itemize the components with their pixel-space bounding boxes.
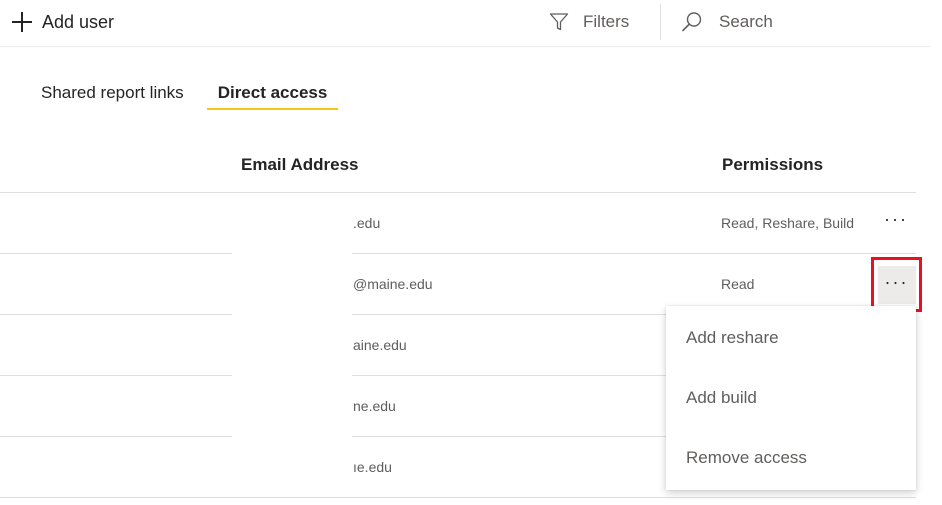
menu-item-add-reshare[interactable]: Add reshare bbox=[666, 308, 916, 368]
search-input[interactable] bbox=[719, 12, 899, 32]
table-row[interactable]: .edu Read, Reshare, Build ··· bbox=[0, 193, 916, 254]
search-box[interactable] bbox=[681, 6, 921, 38]
column-header-email[interactable]: Email Address bbox=[241, 155, 358, 175]
tab-shared-report-links[interactable]: Shared report links bbox=[30, 78, 195, 110]
more-options-icon: ··· bbox=[884, 271, 909, 292]
add-user-label: Add user bbox=[42, 11, 115, 32]
search-icon bbox=[682, 12, 702, 32]
tab-direct-access[interactable]: Direct access bbox=[206, 78, 339, 110]
more-options-button[interactable]: ··· bbox=[874, 202, 918, 242]
more-options-menu: Add reshare Add build Remove access bbox=[666, 306, 916, 490]
row-email: @maine.edu bbox=[353, 276, 433, 292]
filter-icon bbox=[549, 13, 569, 31]
row-email: ıe.edu bbox=[353, 459, 392, 475]
more-options-button-selected[interactable]: ··· bbox=[871, 257, 922, 312]
plus-icon bbox=[12, 12, 32, 32]
menu-item-remove-access[interactable]: Remove access bbox=[666, 428, 916, 488]
access-tabs: Shared report links Direct access bbox=[30, 78, 350, 114]
row-email: ne.edu bbox=[353, 398, 396, 414]
row-permissions: Read, Reshare, Build bbox=[721, 215, 855, 231]
filters-button[interactable]: Filters bbox=[549, 10, 629, 34]
toolbar-divider bbox=[660, 4, 661, 40]
row-email: .edu bbox=[353, 215, 381, 231]
menu-item-add-build[interactable]: Add build bbox=[666, 368, 916, 428]
toolbar: Add user Filters bbox=[0, 0, 930, 47]
add-user-button[interactable]: Add user bbox=[12, 10, 114, 34]
row-divider bbox=[0, 497, 916, 498]
more-options-icon: ··· bbox=[884, 209, 908, 229]
row-email: aine.edu bbox=[353, 337, 407, 353]
more-options-button-bg: ··· bbox=[877, 265, 916, 304]
column-header-permissions[interactable]: Permissions bbox=[722, 155, 823, 175]
filters-label: Filters bbox=[583, 12, 630, 31]
row-permissions: Read bbox=[721, 276, 755, 292]
